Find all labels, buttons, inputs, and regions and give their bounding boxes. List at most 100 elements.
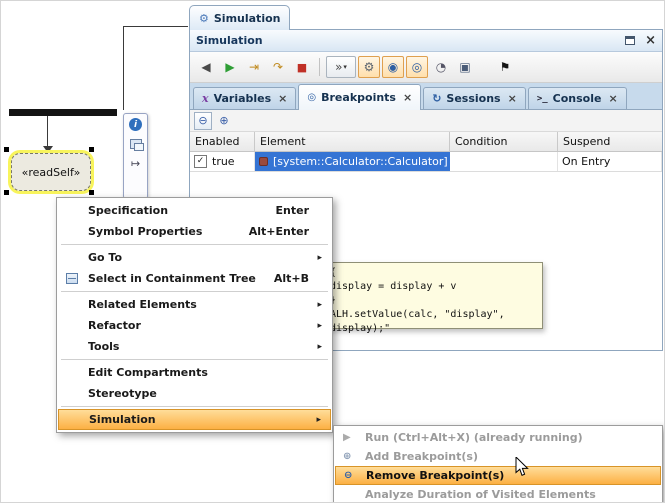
menu-separator — [61, 244, 328, 245]
mouse-cursor-icon — [515, 457, 529, 477]
menu-item-refactor[interactable]: Refactor ▸ — [58, 315, 331, 336]
panel-tabstrip: x Variables × ◎ Breakpoints × ↻ Sessions… — [190, 83, 662, 110]
toolbar-separator — [319, 58, 320, 76]
column-header-enabled[interactable]: Enabled — [190, 132, 255, 151]
close-icon[interactable]: × — [608, 92, 617, 105]
suspend-cell[interactable]: On Entry — [558, 152, 662, 171]
back-button[interactable]: ◀ — [195, 56, 217, 78]
selection-handle[interactable] — [89, 190, 94, 195]
diagram-edge-vertical — [123, 26, 124, 110]
enabled-value: true — [212, 155, 235, 168]
close-icon[interactable]: × — [645, 34, 656, 47]
link-icon[interactable]: ↦ — [131, 157, 140, 170]
animation-toggle-button[interactable]: ◎ — [406, 56, 428, 78]
simulation-tab-label: Simulation — [214, 12, 281, 25]
settings-button[interactable]: ⚙ — [358, 56, 380, 78]
variables-tab-label: Variables — [214, 92, 272, 105]
breakpoints-toggle-button[interactable]: ◉ — [382, 56, 404, 78]
column-header-condition[interactable]: Condition — [450, 132, 558, 151]
menu-item-simulation[interactable]: Simulation ▸ — [58, 409, 331, 430]
menu-item-select-in-containment-tree[interactable]: Select in Containment Tree Alt+B — [58, 268, 331, 289]
menu-item-stereotype[interactable]: Stereotype — [58, 383, 331, 404]
flag-icon: ⚑ — [500, 60, 511, 74]
float-window-icon[interactable] — [625, 36, 635, 45]
breakpoint-icon — [259, 157, 268, 166]
simulation-toolbar: ◀ ▶ ⇥ ↷ ■ » ▾ ⚙ ◉ ◎ ◔ ▣ ⚑ — [190, 52, 662, 83]
menu-item-tools[interactable]: Tools ▸ — [58, 336, 331, 357]
dropdown-arrow-icon: ▾ — [343, 63, 347, 71]
diagram-edge-to-action — [47, 116, 48, 147]
menu-item-specification[interactable]: Specification Enter — [58, 200, 331, 221]
selection-handle[interactable] — [4, 147, 9, 152]
menu-item-go-to[interactable]: Go To ▸ — [58, 247, 331, 268]
submenu-item-label: Add Breakpoint(s) — [365, 450, 478, 463]
menu-item-shortcut: Alt+B — [274, 272, 323, 285]
specification-info-icon[interactable]: i — [129, 118, 142, 131]
selection-handle[interactable] — [89, 147, 94, 152]
code-line: ALH.setValue(calc, "display", display);" — [330, 308, 536, 336]
menu-item-label: Related Elements — [88, 298, 197, 311]
remove-breakpoint-button[interactable]: ⊖ — [194, 112, 212, 130]
terminate-icon: ■ — [297, 61, 307, 74]
menu-item-label: Simulation — [89, 413, 156, 426]
submenu-arrow-icon: ▸ — [317, 342, 322, 352]
column-header-element[interactable]: Element — [255, 132, 450, 151]
close-icon[interactable]: × — [278, 92, 287, 105]
resume-icon: ▶ — [225, 60, 234, 74]
export-image-button[interactable]: ▣ — [454, 56, 476, 78]
step-over-button[interactable]: ↷ — [267, 56, 289, 78]
close-icon[interactable]: × — [403, 91, 412, 104]
back-icon: ◀ — [201, 60, 210, 74]
condition-cell[interactable] — [450, 152, 558, 171]
terminate-button[interactable]: ■ — [291, 56, 313, 78]
tab-variables[interactable]: x Variables × — [193, 87, 296, 109]
step-over-icon: ↷ — [273, 60, 283, 74]
flag-button[interactable]: ⚑ — [494, 56, 516, 78]
element-value: [system::Calculator::Calculator] — [273, 155, 448, 168]
tab-console[interactable]: >_ Console × — [528, 87, 627, 109]
enabled-checkbox[interactable]: ✓ — [194, 155, 207, 168]
sessions-tab-label: Sessions — [446, 92, 500, 105]
element-cell[interactable]: [system::Calculator::Calculator] — [255, 152, 450, 171]
simulation-submenu: ▶ Run (Ctrl+Alt+X) (already running) ⊕ A… — [333, 425, 663, 503]
submenu-arrow-icon: ▸ — [317, 321, 322, 331]
tab-sessions[interactable]: ↻ Sessions × — [423, 87, 526, 109]
resume-button[interactable]: ▶ — [219, 56, 241, 78]
edge-arrowhead-icon — [43, 146, 53, 153]
screen: «readSelf» i ↦ ⚙ Simulation Simulation ×… — [0, 0, 665, 503]
menu-separator — [61, 291, 328, 292]
fork-join-bar[interactable] — [9, 109, 117, 116]
tab-breakpoints[interactable]: ◎ Breakpoints × — [298, 84, 421, 110]
menu-item-shortcut: Alt+Enter — [249, 225, 323, 238]
menu-item-label: Select in Containment Tree — [88, 272, 256, 285]
gear-icon: ⚙ — [364, 60, 375, 74]
menu-item-related-elements[interactable]: Related Elements ▸ — [58, 294, 331, 315]
menu-item-edit-compartments[interactable]: Edit Compartments — [58, 362, 331, 383]
simulation-document-tab[interactable]: ⚙ Simulation — [189, 5, 290, 30]
diagram-edge-horizontal — [123, 26, 188, 27]
menu-item-label: Specification — [88, 204, 168, 217]
close-icon[interactable]: × — [508, 92, 517, 105]
read-self-label: «readSelf» — [22, 166, 81, 179]
more-actions-button[interactable]: » ▾ — [326, 56, 356, 78]
panel-title: Simulation — [196, 34, 263, 47]
menu-separator — [61, 406, 328, 407]
step-into-button[interactable]: ⇥ — [243, 56, 265, 78]
selection-handle[interactable] — [4, 190, 9, 195]
sessions-tab-icon: ↻ — [432, 92, 441, 105]
menu-item-label: Symbol Properties — [88, 225, 202, 238]
menu-item-symbol-properties[interactable]: Symbol Properties Alt+Enter — [58, 221, 331, 242]
breakpoint-table-row[interactable]: ✓ true [system::Calculator::Calculator] … — [190, 152, 662, 172]
clock-button[interactable]: ◔ — [430, 56, 452, 78]
submenu-item-remove-breakpoints[interactable]: ⊖ Remove Breakpoint(s) — [335, 466, 661, 485]
submenu-item-label: Remove Breakpoint(s) — [366, 469, 504, 482]
read-self-action[interactable]: «readSelf» — [11, 153, 91, 191]
compartments-icon[interactable] — [130, 139, 142, 149]
add-breakpoint-button[interactable]: ⊕ — [215, 112, 233, 130]
smart-manipulator-toolbar: i ↦ — [123, 113, 148, 199]
submenu-item-label: Run (Ctrl+Alt+X) (already running) — [365, 431, 583, 444]
submenu-item-label: Analyze Duration of Visited Elements — [365, 488, 596, 501]
context-menu: Specification Enter Symbol Properties Al… — [56, 197, 333, 433]
enabled-cell[interactable]: ✓ true — [190, 152, 255, 171]
column-header-suspend[interactable]: Suspend — [558, 132, 662, 151]
